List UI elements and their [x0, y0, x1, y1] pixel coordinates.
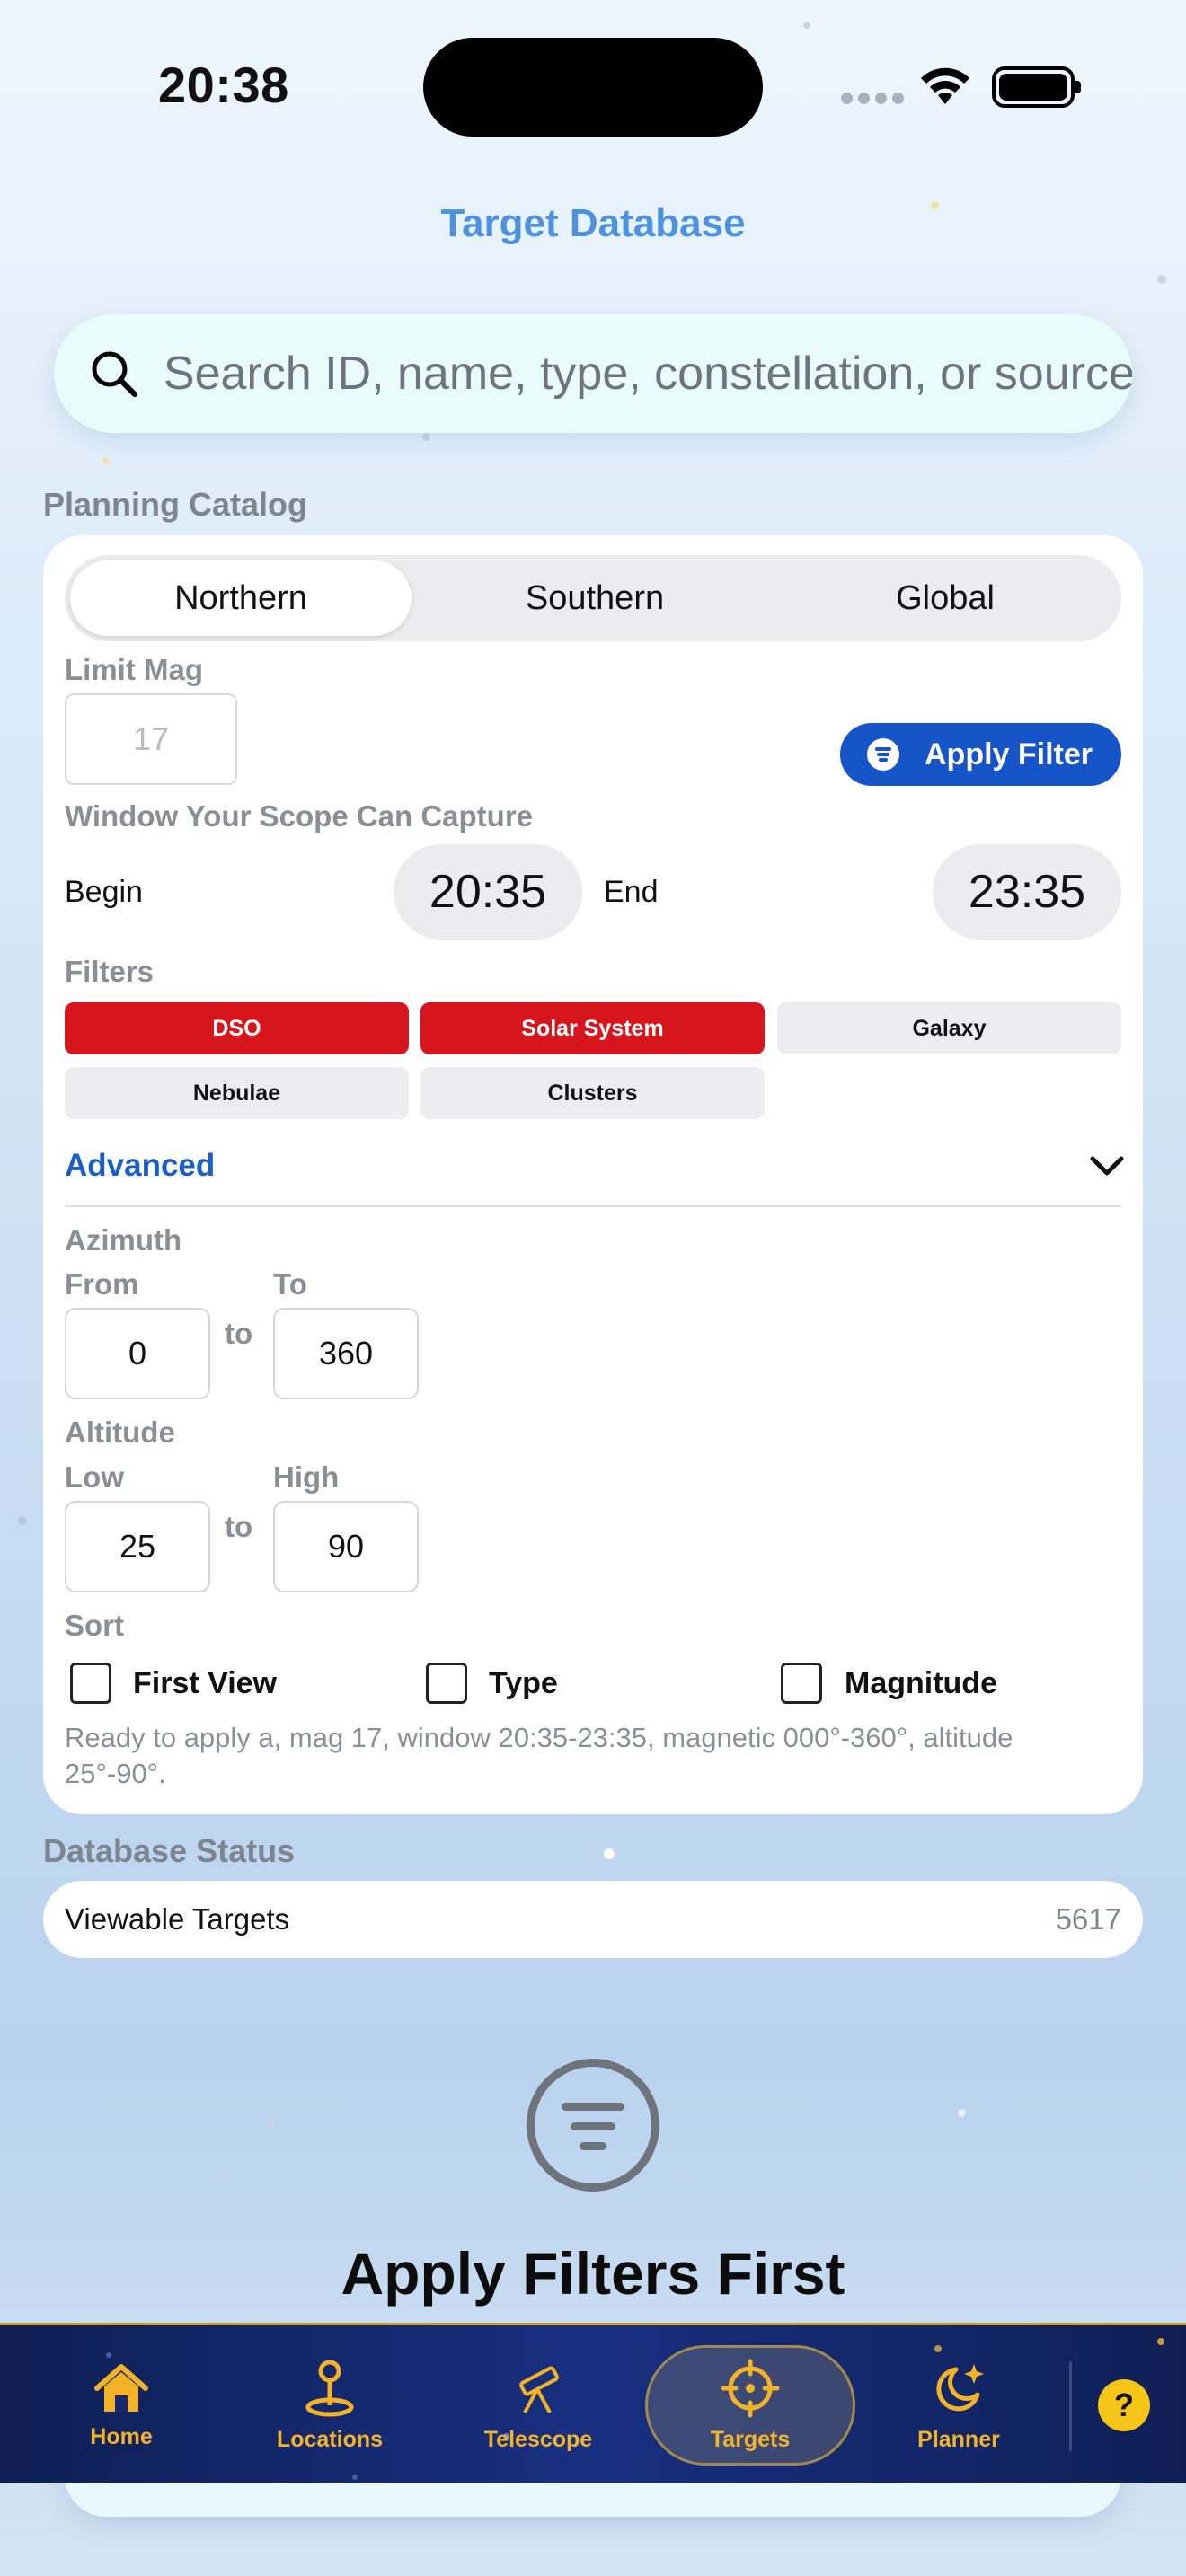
divider	[65, 1205, 1121, 1207]
tab-targets[interactable]: Targets	[676, 2325, 825, 2485]
search-input[interactable]	[163, 347, 1132, 401]
filter-icon	[527, 2059, 659, 2192]
viewable-targets-count: 5617	[1055, 1902, 1121, 1936]
tab-planner-label: Planner	[917, 2426, 1000, 2452]
altitude-high-input[interactable]: 90	[273, 1501, 419, 1592]
altitude-low-label: Low	[65, 1460, 124, 1494]
search-bar[interactable]	[54, 314, 1132, 433]
end-time-picker[interactable]: 23:35	[933, 844, 1121, 940]
help-button[interactable]: ?	[1098, 2379, 1150, 2431]
sort-first-view-label: First View	[133, 1666, 277, 1700]
altitude-label: Altitude	[65, 1416, 175, 1449]
azimuth-from-input[interactable]: 0	[65, 1308, 210, 1399]
azimuth-to-separator: to	[225, 1317, 253, 1350]
battery-icon	[992, 66, 1081, 108]
sort-type-label: Type	[489, 1666, 558, 1700]
filter-chip-solar-system[interactable]: Solar System	[420, 1002, 765, 1054]
viewable-targets-label: Viewable Targets	[65, 1902, 290, 1936]
sort-magnitude-checkbox[interactable]	[781, 1663, 822, 1704]
end-label: End	[604, 875, 659, 909]
begin-label: Begin	[65, 875, 143, 909]
moon-star-icon	[936, 2363, 984, 2411]
search-icon	[92, 351, 137, 397]
tab-locations-label: Locations	[276, 2426, 384, 2452]
begin-time-picker[interactable]: 20:35	[394, 844, 582, 940]
filter-chip-dso[interactable]: DSO	[65, 1002, 409, 1054]
tab-separator	[1069, 2361, 1072, 2451]
limit-mag-label: Limit Mag	[65, 653, 203, 686]
empty-state-title: Apply Filters First	[341, 2240, 845, 2307]
tab-home-label: Home	[90, 2423, 153, 2449]
tab-bar: Home Locations Telescope Targets Planner…	[0, 2323, 1186, 2483]
location-pin-icon	[305, 2360, 354, 2416]
altitude-low-input[interactable]: 25	[65, 1501, 210, 1592]
limit-mag-input[interactable]: 17	[65, 693, 237, 785]
telescope-icon	[519, 2365, 559, 2413]
planning-catalog-label: Planning Catalog	[43, 486, 308, 523]
tab-locations[interactable]: Locations	[255, 2325, 404, 2485]
filter-chip-clusters[interactable]: Clusters	[420, 1067, 765, 1119]
apply-filter-label: Apply Filter	[925, 737, 1093, 772]
sort-label: Sort	[65, 1609, 124, 1642]
dynamic-island	[423, 38, 763, 137]
page-title: Target Database	[440, 201, 746, 245]
hemisphere-segmented-control: Northern Southern Global	[65, 555, 1121, 641]
altitude-to-separator: to	[225, 1510, 253, 1543]
sort-first-view-checkbox[interactable]	[70, 1663, 111, 1704]
wifi-icon	[921, 67, 969, 104]
filter-chip-galaxy[interactable]: Galaxy	[777, 1002, 1121, 1054]
azimuth-from-label: From	[65, 1267, 139, 1301]
tab-home[interactable]: Home	[47, 2325, 196, 2485]
filter-chip-nebulae[interactable]: Nebulae	[65, 1067, 409, 1119]
home-icon	[94, 2363, 148, 2412]
sort-type-checkbox[interactable]	[426, 1663, 467, 1704]
advanced-toggle[interactable]: Advanced	[65, 1148, 215, 1184]
status-time: 20:38	[158, 57, 289, 113]
filters-label: Filters	[65, 955, 155, 988]
database-status-label: Database Status	[43, 1832, 296, 1869]
tab-planner[interactable]: Planner	[884, 2325, 1033, 2485]
cellular-signal-icon	[841, 93, 904, 104]
segment-northern[interactable]: Northern	[70, 560, 412, 636]
crosshair-icon	[721, 2359, 780, 2417]
segment-global[interactable]: Global	[774, 560, 1116, 636]
altitude-high-label: High	[273, 1460, 340, 1494]
azimuth-label: Azimuth	[65, 1223, 182, 1257]
sort-magnitude-label: Magnitude	[845, 1666, 997, 1700]
tab-telescope[interactable]: Telescope	[464, 2325, 613, 2485]
azimuth-to-input[interactable]: 360	[273, 1308, 419, 1399]
azimuth-to-label: To	[273, 1267, 307, 1301]
tab-targets-label: Targets	[710, 2426, 791, 2452]
apply-filter-button[interactable]: Apply Filter	[840, 723, 1121, 786]
tab-telescope-label: Telescope	[483, 2426, 593, 2452]
filter-icon	[867, 738, 899, 771]
window-label: Window Your Scope Can Capture	[65, 799, 534, 833]
chevron-down-icon[interactable]	[1089, 1153, 1125, 1178]
filter-summary-text: Ready to apply a, mag 17, window 20:35-2…	[65, 1722, 1013, 1789]
segment-southern[interactable]: Southern	[424, 560, 766, 636]
viewable-targets-row: Viewable Targets 5617	[43, 1881, 1143, 1958]
